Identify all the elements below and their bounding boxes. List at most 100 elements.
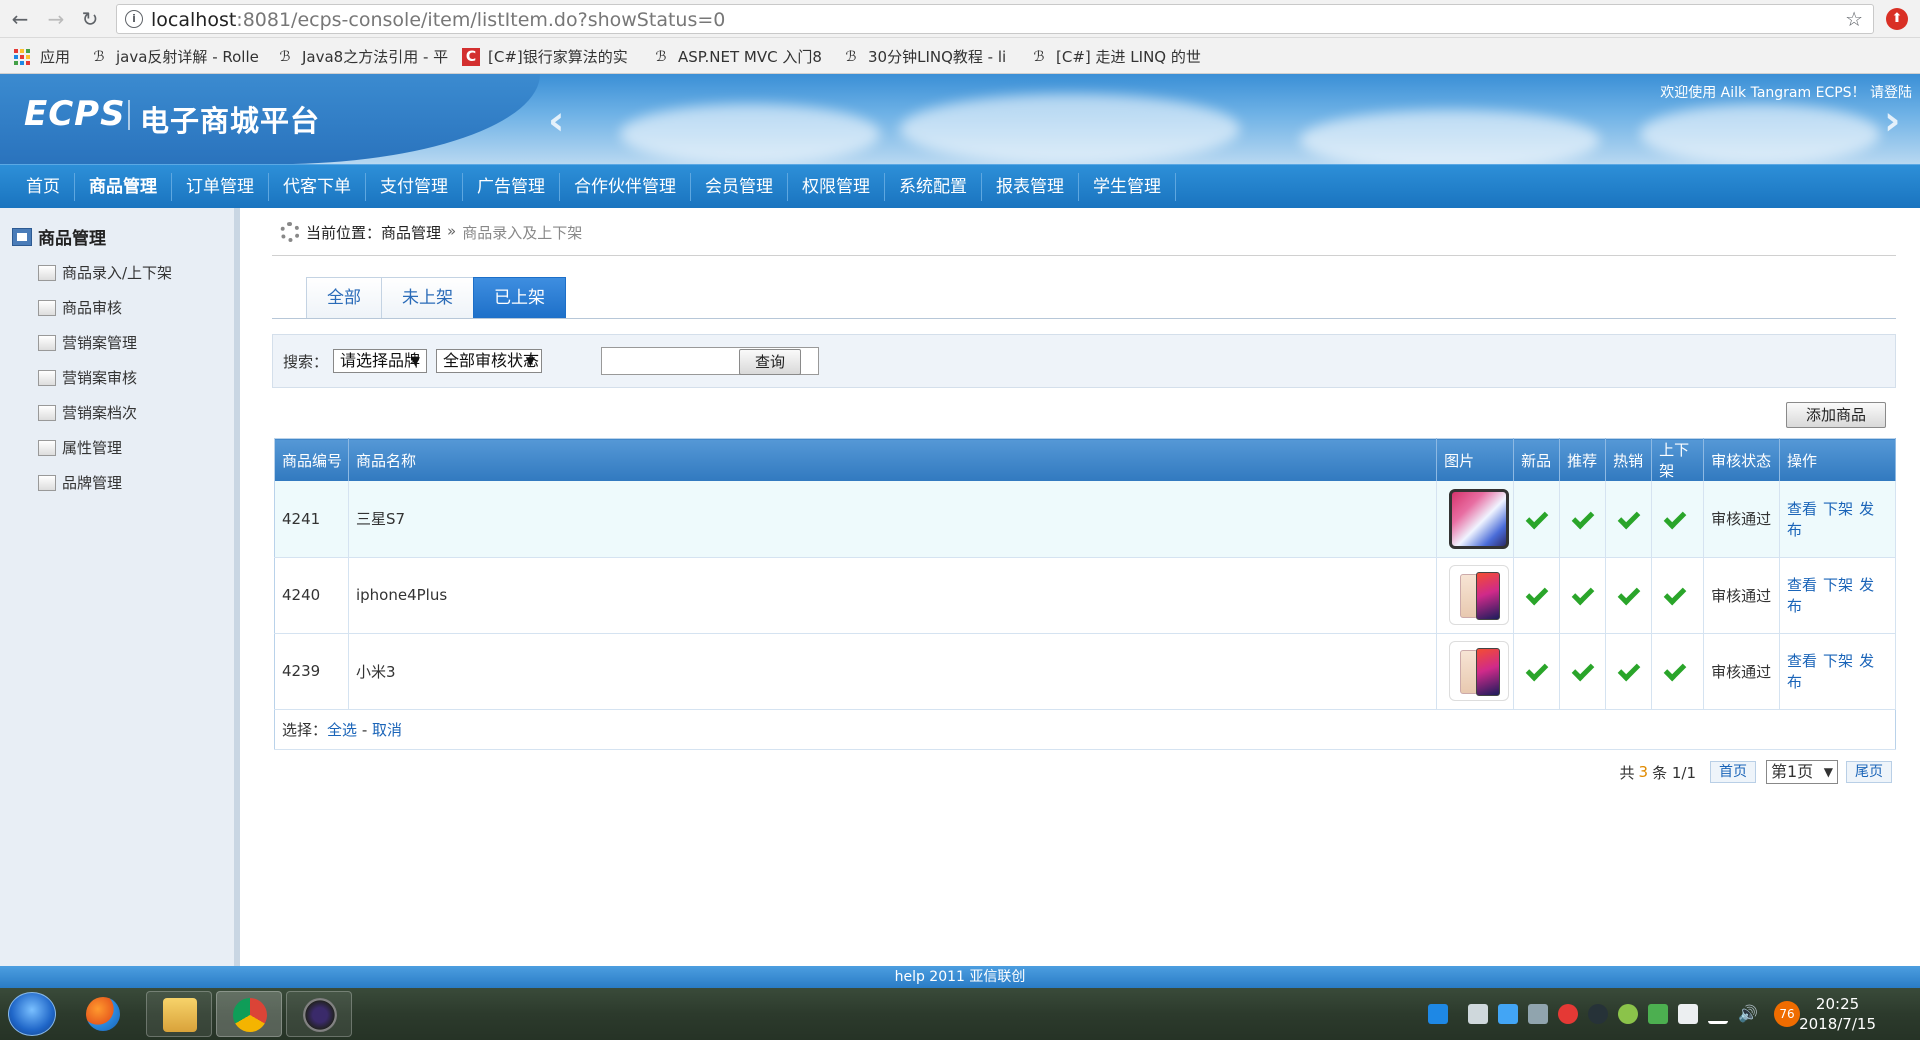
breadcrumb-current[interactable]: 商品管理 xyxy=(381,222,441,243)
blog-icon: ℬ xyxy=(93,48,105,65)
tray-app-icon[interactable] xyxy=(1498,1004,1518,1024)
reload-icon[interactable]: ↻ xyxy=(78,7,102,31)
nav-item-order[interactable]: 订单管理 xyxy=(172,173,269,201)
nav-item-partner[interactable]: 合作伙伴管理 xyxy=(560,173,691,201)
add-product-button[interactable]: 添加商品 xyxy=(1786,402,1886,428)
qq-icon[interactable] xyxy=(1428,1004,1448,1024)
tray-app-icon[interactable] xyxy=(1558,1004,1578,1024)
nav-item-ads[interactable]: 广告管理 xyxy=(463,173,560,201)
taskbar-chrome[interactable] xyxy=(216,991,282,1037)
bookmark-item[interactable]: ℬ Java8之方法引用 - 平 xyxy=(276,46,448,67)
status-tabs: 全部 未上架 已上架 xyxy=(306,277,566,319)
sidebar-item-brands[interactable]: 品牌管理 xyxy=(38,472,122,493)
sidebar-item-product-entry[interactable]: 商品录入/上下架 xyxy=(38,262,172,283)
tab-all[interactable]: 全部 xyxy=(306,277,382,319)
cell-audit: 审核通过 xyxy=(1703,633,1781,710)
volume-icon[interactable]: 🔊 xyxy=(1738,1004,1758,1024)
nav-item-proxy-order[interactable]: 代客下单 xyxy=(269,173,366,201)
last-page-button[interactable]: 尾页 xyxy=(1846,761,1892,783)
plus-icon[interactable] xyxy=(1618,1004,1638,1024)
first-page-button[interactable]: 首页 xyxy=(1710,761,1756,783)
offshelf-link[interactable]: 下架 xyxy=(1823,576,1853,594)
list-icon xyxy=(38,299,56,316)
start-button[interactable] xyxy=(8,992,56,1036)
view-link[interactable]: 查看 xyxy=(1787,500,1817,518)
dropdown-arrow-icon: ▼ xyxy=(525,354,535,368)
cell-name: 小米3 xyxy=(348,633,1438,710)
back-arrow-icon[interactable]: ← xyxy=(8,7,32,31)
bookmark-star-icon[interactable]: ☆ xyxy=(1845,7,1863,31)
brand-select-value: 请选择品牌 xyxy=(340,351,421,370)
taskbar-explorer[interactable] xyxy=(146,991,212,1037)
nav-item-payment[interactable]: 支付管理 xyxy=(366,173,463,201)
nav-item-report[interactable]: 报表管理 xyxy=(982,173,1079,201)
extension-icon[interactable]: ⬆ xyxy=(1886,8,1908,30)
tray-app-icon[interactable] xyxy=(1468,1004,1488,1024)
sidebar-title[interactable]: 商品管理 xyxy=(12,224,106,249)
chevron-left-icon[interactable]: ‹ xyxy=(548,98,564,144)
audit-status-select[interactable]: 全部审核状态 ▼ xyxy=(436,349,542,373)
view-link[interactable]: 查看 xyxy=(1787,576,1817,594)
nav-item-system[interactable]: 系统配置 xyxy=(885,173,982,201)
check-icon xyxy=(1525,582,1549,606)
shield-icon[interactable] xyxy=(1648,1004,1668,1024)
url-text[interactable]: localhost:8081/ecps-console/item/listIte… xyxy=(151,9,725,31)
tab-offshelf[interactable]: 未上架 xyxy=(381,277,474,319)
breadcrumb-prefix: 当前位置： xyxy=(306,224,382,242)
signal-icon[interactable] xyxy=(1708,1004,1728,1024)
pager-total-suffix: 条 1/1 xyxy=(1652,763,1696,782)
penguin-icon[interactable] xyxy=(1588,1004,1608,1024)
product-image[interactable] xyxy=(1448,565,1509,625)
cell-recommend xyxy=(1559,557,1607,634)
select-all-link[interactable]: 全选 xyxy=(327,721,357,739)
table-row: 4239 小米3 审核通过 查看 下架 发布 xyxy=(274,633,1896,710)
logo-ecps: ECPS xyxy=(24,94,126,134)
sidebar-item-attributes[interactable]: 属性管理 xyxy=(38,437,122,458)
bookmark-apps[interactable]: 应用 xyxy=(14,46,70,67)
taskbar-eclipse[interactable] xyxy=(286,991,352,1037)
bookmark-item[interactable]: ℬ ASP.NET MVC 入门8 xyxy=(652,46,821,67)
taskbar-clock[interactable]: 20:25 2018/7/15 xyxy=(1799,994,1876,1034)
cell-shelf xyxy=(1651,557,1705,634)
welcome-text[interactable]: 欢迎使用 Ailk Tangram ECPS！ 请登陆 xyxy=(1660,82,1912,102)
sidebar-item-campaign-level[interactable]: 营销案档次 xyxy=(38,402,137,423)
bookmark-label: [C#]银行家算法的实 xyxy=(488,48,628,66)
address-bar[interactable]: i localhost:8081/ecps-console/item/listI… xyxy=(116,4,1874,34)
product-image[interactable] xyxy=(1448,488,1509,549)
cell-recommend xyxy=(1559,633,1607,710)
tab-onshelf[interactable]: 已上架 xyxy=(473,277,566,319)
chevron-right-icon[interactable]: › xyxy=(1884,98,1900,144)
offshelf-link[interactable]: 下架 xyxy=(1823,500,1853,518)
sidebar-item-product-audit[interactable]: 商品审核 xyxy=(38,297,122,318)
page-select[interactable]: 第1页 ▼ xyxy=(1766,760,1838,784)
cell-image xyxy=(1436,633,1515,710)
nav-item-student[interactable]: 学生管理 xyxy=(1079,173,1176,201)
nav-item-member[interactable]: 会员管理 xyxy=(691,173,788,201)
product-image[interactable] xyxy=(1448,641,1509,701)
view-link[interactable]: 查看 xyxy=(1787,652,1817,670)
taskbar: 🔊 76 20:25 2018/7/15 xyxy=(0,988,1920,1040)
cloud-decoration xyxy=(620,104,880,164)
bookmark-item[interactable]: ℬjava反射详解 - Rolle xyxy=(90,46,258,67)
bookmark-item[interactable]: ℬ [C#] 走进 LINQ 的世 xyxy=(1030,46,1200,67)
nav-item-home[interactable]: 首页 xyxy=(12,173,75,201)
brand-select[interactable]: 请选择品牌 ▼ xyxy=(333,349,427,373)
info-icon[interactable]: i xyxy=(125,10,143,28)
sidebar-item-campaign-audit[interactable]: 营销案审核 xyxy=(38,367,137,388)
query-button[interactable]: 查询 xyxy=(739,349,801,375)
bookmark-item[interactable]: C [C#]银行家算法的实 xyxy=(462,46,628,67)
sidebar-item-campaign[interactable]: 营销案管理 xyxy=(38,332,137,353)
nav-item-product[interactable]: 商品管理 xyxy=(75,173,172,201)
bookmark-item[interactable]: ℬ 30分钟LINQ教程 - li xyxy=(842,46,1006,67)
select-cancel-link[interactable]: 取消 xyxy=(372,721,402,739)
check-icon xyxy=(1571,506,1595,530)
battery-icon[interactable] xyxy=(1678,1004,1698,1024)
sidebar-item-label: 营销案档次 xyxy=(62,404,138,422)
offshelf-link[interactable]: 下架 xyxy=(1823,652,1853,670)
tray-badge[interactable]: 76 xyxy=(1774,1001,1800,1027)
nav-item-permission[interactable]: 权限管理 xyxy=(788,173,885,201)
cell-id: 4239 xyxy=(274,633,349,710)
taskbar-app[interactable] xyxy=(70,991,136,1037)
forward-arrow-icon[interactable]: → xyxy=(44,7,68,31)
display-icon[interactable] xyxy=(1528,1004,1548,1024)
